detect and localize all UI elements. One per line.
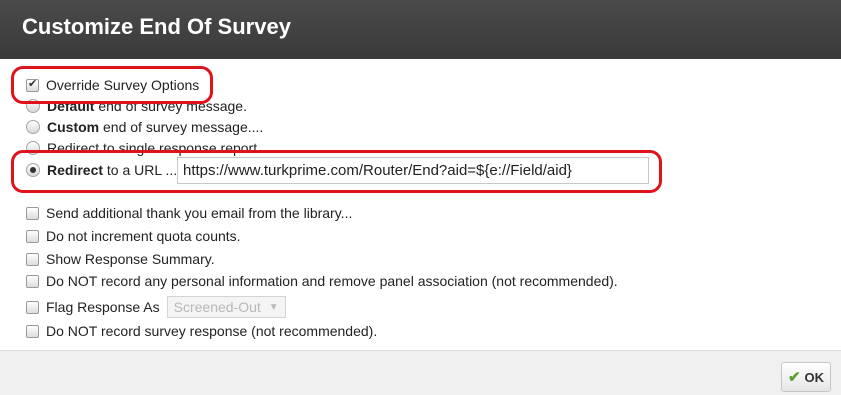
default-radio[interactable] — [26, 99, 40, 113]
no-personal-info-option[interactable]: Do NOT record any personal information a… — [26, 271, 618, 291]
dialog-title: Customize End Of Survey — [22, 14, 291, 39]
thank-you-email-checkbox[interactable] — [26, 206, 39, 220]
no-quota-checkbox[interactable] — [26, 229, 39, 243]
dialog-footer: ✔ OK — [0, 350, 841, 395]
thank-you-email-option[interactable]: Send additional thank you email from the… — [26, 203, 352, 223]
redirect-url-input[interactable]: https://www.turkprime.com/Router/End?aid… — [177, 157, 649, 184]
redirect-report-label: Redirect to single response report — [47, 140, 258, 156]
flag-response-option[interactable]: Flag Response As Screened-Out ▼ — [26, 295, 286, 319]
flag-response-label: Flag Response As — [46, 299, 160, 315]
redirect-url-label: Redirect to a URL ... — [47, 162, 178, 178]
override-options-row[interactable]: Override Survey Options — [26, 75, 199, 95]
show-summary-checkbox[interactable] — [26, 252, 39, 266]
flag-response-checkbox[interactable] — [26, 300, 39, 314]
chevron-down-icon: ▼ — [268, 301, 279, 313]
flag-response-value: Screened-Out — [173, 299, 261, 315]
ok-button[interactable]: ✔ OK — [781, 362, 831, 392]
custom-radio[interactable] — [26, 120, 40, 134]
show-summary-label: Show Response Summary. — [46, 251, 215, 267]
no-quota-option[interactable]: Do not increment quota counts. — [26, 226, 241, 246]
flag-response-select[interactable]: Screened-Out ▼ — [166, 296, 286, 318]
default-label: Default end of survey message. — [47, 98, 247, 114]
no-record-label: Do NOT record survey response (not recom… — [46, 323, 378, 339]
override-label: Override Survey Options — [46, 77, 200, 93]
custom-message-option[interactable]: Custom end of survey message.... — [26, 117, 263, 137]
check-icon: ✔ — [787, 369, 801, 386]
no-personal-info-label: Do NOT record any personal information a… — [46, 273, 618, 289]
show-summary-option[interactable]: Show Response Summary. — [26, 249, 215, 269]
no-quota-label: Do not increment quota counts. — [46, 228, 241, 244]
override-checkbox[interactable] — [26, 77, 39, 92]
thank-you-email-label: Send additional thank you email from the… — [46, 205, 353, 221]
dialog-title-bar: Customize End Of Survey — [0, 0, 841, 59]
redirect-report-option[interactable]: Redirect to single response report — [26, 138, 257, 158]
ok-label: OK — [804, 369, 825, 385]
custom-label: Custom end of survey message.... — [47, 119, 264, 135]
redirect-url-radio[interactable] — [26, 163, 40, 177]
default-message-option[interactable]: Default end of survey message. — [26, 96, 247, 116]
no-record-option[interactable]: Do NOT record survey response (not recom… — [26, 321, 377, 341]
redirect-report-radio[interactable] — [26, 141, 40, 155]
no-record-checkbox[interactable] — [26, 324, 39, 338]
redirect-url-option[interactable]: Redirect to a URL ... — [26, 160, 177, 180]
no-personal-info-checkbox[interactable] — [26, 274, 39, 288]
